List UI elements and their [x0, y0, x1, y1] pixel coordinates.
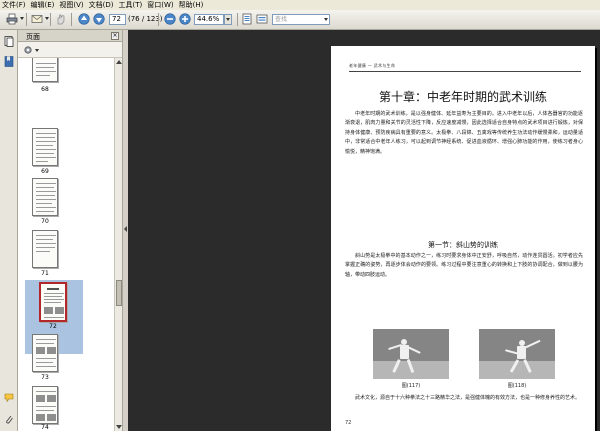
print-icon[interactable] [6, 13, 18, 25]
menu-edit[interactable]: 编辑(E) [31, 0, 55, 10]
bookmarks-icon[interactable] [4, 56, 14, 67]
chapter-title: 第十章：中老年时期的武术训练 [378, 90, 547, 104]
menu-view[interactable]: 视图(V) [59, 0, 83, 10]
page-thumbnail[interactable] [32, 230, 58, 268]
body-paragraph: 斜山势是太极拳中的基本动作之一，练习时要求身体中正安舒，呼吸自然，动作连贯圆活。… [345, 253, 583, 278]
mail-dropdown-icon[interactable] [45, 17, 49, 20]
menu-file[interactable]: 文件(F) [2, 0, 26, 10]
pdf-reader-window: 文件(F) 编辑(E) 视图(V) 文档(D) 工具(T) 窗口(W) 帮助(H… [0, 0, 600, 431]
menu-tools[interactable]: 工具(T) [119, 0, 143, 10]
options-gear-icon[interactable] [23, 45, 33, 55]
figure-117-caption: 图(117) [401, 383, 421, 389]
thumbnail-label: 72 [49, 323, 57, 330]
figure-118-photo [479, 329, 555, 379]
page-thumbnail[interactable] [32, 334, 58, 372]
page-thumbnail-selected[interactable] [39, 282, 67, 322]
thumbnail-label: 69 [41, 168, 49, 175]
close-panel-button[interactable]: × [111, 32, 119, 40]
pages-panel: 页面 × 68 69 70 71 72 73 74 [18, 30, 122, 431]
pages-icon[interactable] [4, 36, 14, 47]
toolbar-separator [158, 13, 159, 26]
page-thumbnail[interactable] [32, 58, 58, 82]
menu-document[interactable]: 文档(D) [89, 0, 114, 10]
zoom-in-icon[interactable] [179, 13, 191, 25]
previous-page-icon[interactable] [78, 13, 90, 25]
zoom-dropdown-button[interactable] [224, 14, 232, 25]
menu-bar: 文件(F) 编辑(E) 视图(V) 文档(D) 工具(T) 窗口(W) 帮助(H… [0, 0, 600, 10]
running-head: 老年健康 — 武术与生命 [349, 63, 581, 72]
thumbnail-label: 71 [41, 270, 49, 277]
thumbnail-label: 73 [41, 374, 49, 381]
toolbar-separator [71, 13, 72, 26]
document-page: 老年健康 — 武术与生命 第十章：中老年时期的武术训练 中老年时期的武术训练，是… [331, 46, 595, 431]
document-view[interactable]: 老年健康 — 武术与生命 第十章：中老年时期的武术训练 中老年时期的武术训练，是… [128, 30, 600, 431]
panel-header: 页面 × [18, 30, 122, 42]
thumbnail-label: 74 [41, 424, 49, 431]
page-number-input[interactable]: 72 [109, 14, 126, 25]
intro-paragraph: 中老年时期的武术训练，是以强身健体、延年益寿为主要目的。进入中老年以后，人体各器… [345, 111, 583, 155]
toolbar-separator [50, 13, 51, 26]
menu-help[interactable]: 帮助(H) [179, 0, 204, 10]
mail-icon[interactable] [31, 13, 43, 25]
thumbnail-list[interactable]: 68 69 70 71 72 73 74 [18, 58, 114, 431]
next-page-icon[interactable] [93, 13, 105, 25]
menu-window[interactable]: 窗口(W) [147, 0, 173, 10]
zoom-input[interactable]: 44.6% [194, 14, 224, 25]
fit-page-icon[interactable] [241, 13, 253, 25]
fit-width-icon[interactable] [256, 13, 268, 25]
bottom-paragraph: 武术文化，源自于十六种拳法之十三路精华之法，是强健体魄的有效方法，也是一种修身养… [355, 395, 581, 401]
navigation-strip [0, 30, 18, 431]
toolbar-separator [26, 13, 27, 26]
hand-tool-icon[interactable] [55, 13, 67, 25]
page-thumbnail[interactable] [32, 386, 58, 424]
section-title: 第一节：斜山势的训练 [428, 241, 498, 249]
options-dropdown-icon[interactable] [35, 49, 39, 52]
thumbnail-label: 68 [41, 86, 49, 93]
zoom-out-icon[interactable] [164, 13, 176, 25]
page-thumbnail[interactable] [32, 128, 58, 166]
print-dropdown-icon[interactable] [20, 17, 24, 20]
panel-title: 页面 [26, 33, 40, 41]
page-thumbnail[interactable] [32, 178, 58, 216]
figure-118-caption: 图(118) [507, 383, 527, 389]
page-number: 72 [345, 420, 352, 426]
panel-options-bar [18, 42, 122, 58]
comments-icon[interactable] [4, 392, 14, 403]
search-dropdown-icon[interactable] [322, 14, 330, 25]
figure-117-photo [373, 329, 449, 379]
toolbar: 72 (76 / 123) 44.6% [0, 10, 600, 30]
toolbar-separator [237, 13, 238, 26]
attachments-icon[interactable] [4, 414, 14, 425]
thumbnail-label: 70 [41, 218, 49, 225]
thumbnail-scrollbar[interactable] [114, 58, 122, 431]
